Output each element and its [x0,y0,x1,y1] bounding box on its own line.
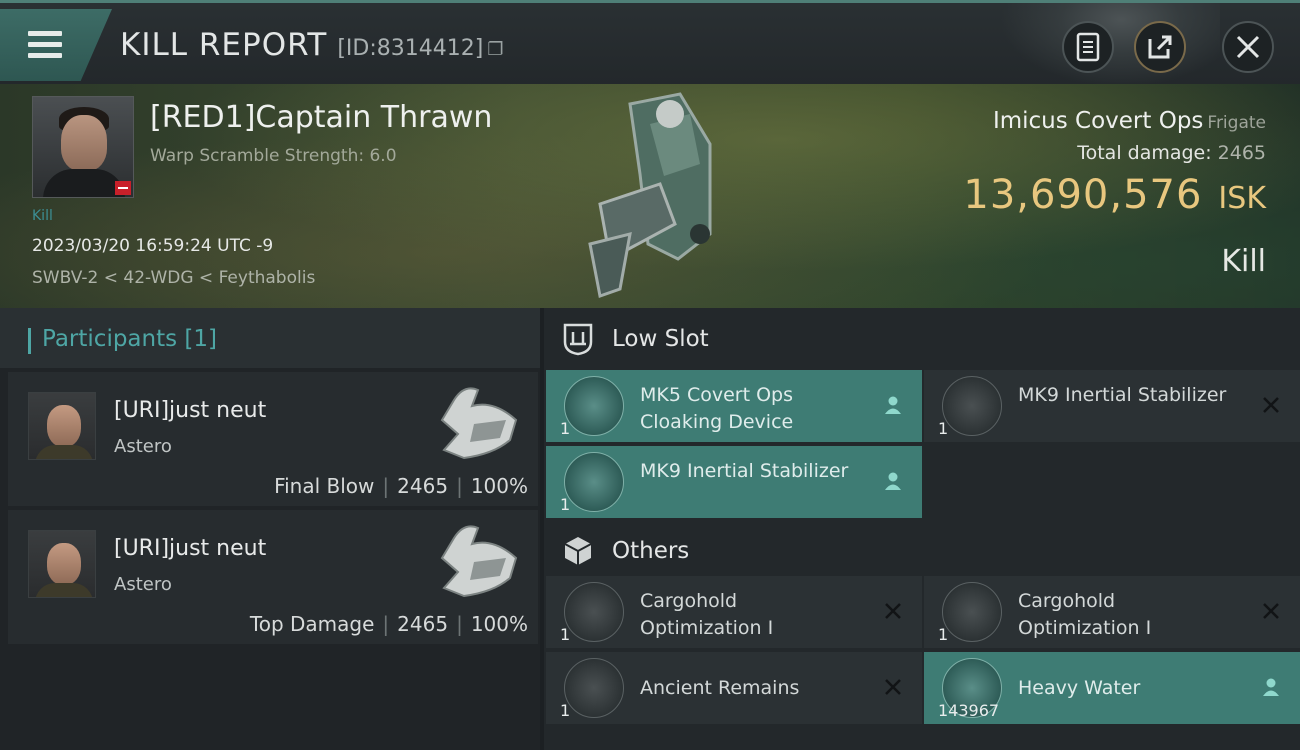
isk-amount: 13,690,576 [963,172,1203,218]
participant-avatar[interactable] [28,392,96,460]
item-name: MK9 Inertial Stabilizer [640,460,849,482]
cargo-item[interactable]: 1 Cargohold Optimization I [924,576,1300,648]
item-name: Heavy Water [1018,677,1141,699]
document-button[interactable] [1062,21,1114,73]
participant-stats: Top Damage | 2465 | 100% [249,612,528,636]
participant-stats: Final Blow | 2465 | 100% [274,474,528,498]
participant-ship: Astero [114,436,172,457]
close-icon [1236,35,1260,59]
participants-header: Participants [1] [0,308,540,368]
participant-avatar[interactable] [28,530,96,598]
participant-percent: 100% [470,612,528,636]
cargohold-rig-icon [564,582,624,642]
cargo-item[interactable]: 1 Ancient Remains [546,652,922,724]
inertial-stabilizer-icon [942,376,1002,436]
astero-ship-icon [440,525,518,598]
document-icon [1076,32,1100,62]
others-title: Others [612,538,690,564]
participant-percent: 100% [470,474,528,498]
destroyed-x-icon [880,674,906,700]
destroyed-x-icon [880,598,906,624]
kill-location[interactable]: SWBV-2 < 42-WDG < Feythabolis [32,268,315,288]
page-title: KILL REPORT [ID:8314412] ❐ [120,27,504,63]
item-name: Cargohold Optimization I [640,590,774,639]
destroyed-x-icon [1258,598,1284,624]
cargo-item[interactable]: 143967 Heavy Water [924,652,1300,724]
low-slot-icon [563,323,593,356]
participant-name[interactable]: [URI]just neut [114,536,266,561]
item-quantity: 1 [560,625,571,644]
fitting-item[interactable]: 1 MK5 Covert Ops Cloaking Device [546,370,922,442]
low-slot-title: Low Slot [612,326,709,352]
participant-card[interactable]: [URI]just neut Astero Final Blow | 2465 | 10… [8,372,538,506]
low-slot-header: Low Slot [544,308,1300,370]
top-bar: KILL REPORT [ID:8314412] ❐ [0,0,1300,87]
cargo-box-icon [564,537,592,565]
share-icon [1148,35,1172,59]
item-name: Ancient Remains [640,677,800,699]
victim-ship-name[interactable]: Imicus Covert Ops Frigate [993,108,1266,134]
item-name: MK9 Inertial Stabilizer [1018,384,1227,406]
share-button[interactable] [1134,21,1186,73]
item-quantity: 1 [938,419,949,438]
total-damage-label: Total damage: [1077,142,1212,164]
hostile-badge-icon [115,181,131,195]
report-id: [ID:8314412] [337,36,484,61]
participant-role: Final Blow [274,474,375,498]
item-quantity: 1 [560,701,571,720]
menu-button[interactable] [0,9,112,81]
close-button[interactable] [1222,21,1274,73]
ship-class: Frigate [1207,113,1266,133]
dropped-person-icon [1258,674,1284,700]
total-damage-value: 2465 [1217,142,1266,164]
total-damage: Total damage: 2465 [1077,142,1266,164]
victim-ship-model [588,92,712,298]
menu-icon [28,31,62,59]
remains-icon [564,658,624,718]
participant-role: Top Damage [249,612,375,636]
participant-card[interactable]: [URI]just neut Astero Top Damage | 2465 | 10… [8,510,538,644]
copy-icon[interactable]: ❐ [487,39,504,60]
item-name: Cargohold Optimization I [1018,590,1152,639]
others-header: Others [544,520,1300,582]
participant-damage: 2465 [397,612,449,636]
participants-title: Participants [1] [42,326,217,352]
cargohold-rig-icon [942,582,1002,642]
isk-unit: ISK [1218,181,1266,216]
kill-tag: Kill [32,208,53,224]
isk-value: 13,690,576 ISK [963,172,1266,218]
item-quantity: 1 [938,625,949,644]
participant-ship: Astero [114,574,172,595]
ship-name-text: Imicus Covert Ops [992,108,1204,134]
item-quantity: 1 [560,419,571,438]
item-name: MK5 Covert Ops Cloaking Device [640,384,794,433]
kill-type: Kill [1221,244,1266,279]
item-quantity: 1 [560,495,571,514]
dropped-person-icon [880,392,906,418]
kill-datetime: 2023/03/20 16:59:24 UTC -9 [32,236,274,256]
destroyed-x-icon [1258,392,1284,418]
participant-damage: 2465 [397,474,449,498]
fitting-panel: Low Slot 1 MK5 Covert Ops Cloaking Devic… [544,308,1300,750]
warp-scramble-strength: Warp Scramble Strength: 6.0 [150,146,397,166]
fitting-item[interactable]: 1 MK9 Inertial Stabilizer [546,446,922,518]
fitting-item[interactable]: 1 MK9 Inertial Stabilizer [924,370,1300,442]
victim-name[interactable]: [RED1]Captain Thrawn [150,100,492,135]
victim-portrait[interactable] [32,96,134,198]
dropped-person-icon [880,468,906,494]
title-text: KILL REPORT [120,27,328,63]
participant-name[interactable]: [URI]just neut [114,398,266,423]
inertial-stabilizer-icon [564,452,624,512]
astero-ship-icon [440,387,518,460]
cloaking-device-icon [564,376,624,436]
cargo-item[interactable]: 1 Cargohold Optimization I [546,576,922,648]
victim-header: [RED1]Captain Thrawn Warp Scramble Stren… [0,84,1300,308]
item-quantity: 143967 [938,701,1000,720]
participants-panel: Participants [1] [URI]just neut Astero F… [0,308,540,750]
